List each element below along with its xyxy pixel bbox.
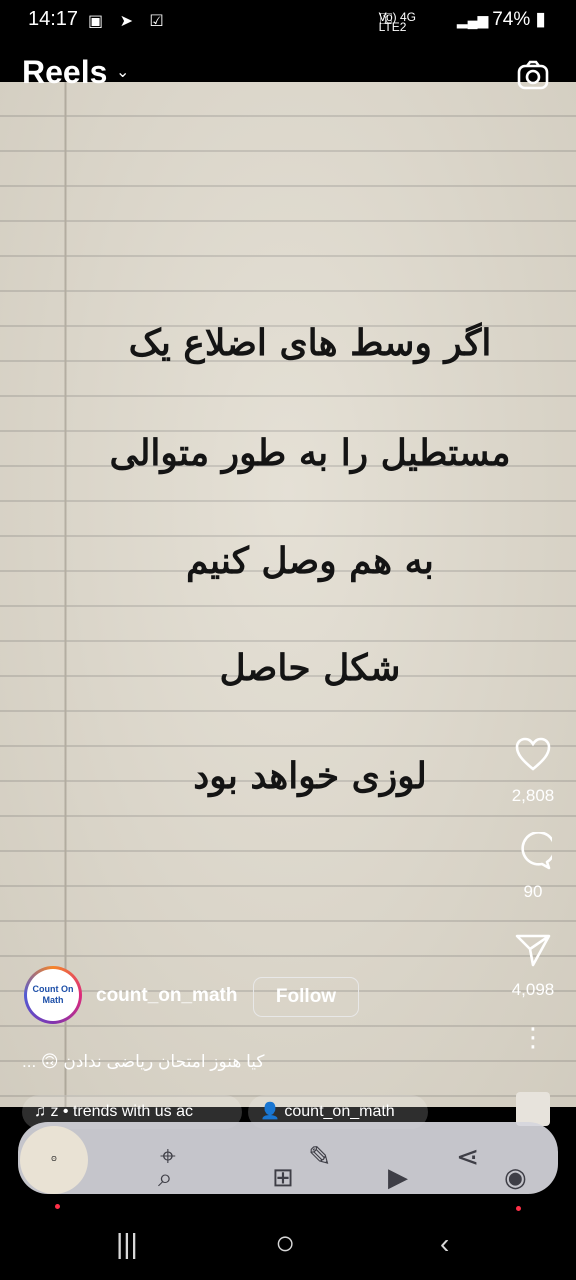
author-username[interactable]: count_on_math xyxy=(96,985,237,1007)
avatar-logo-text: Count On Math xyxy=(27,969,79,1021)
search-icon[interactable]: ⌕ xyxy=(158,1162,173,1194)
signal-icon: ▂▄▆ xyxy=(456,12,493,28)
battery-percent: 74% xyxy=(492,9,531,30)
home-notification-dot xyxy=(55,1204,60,1209)
home-button-icon[interactable]: ○ xyxy=(275,1224,296,1263)
status-bar: 14:17 ▣ ➤ ☑ Vo) 4G LTE2 ⚿ ▂▄▆ 74% ▮ xyxy=(0,0,576,42)
share-count: 4,098 xyxy=(511,980,555,999)
user-icon: 👤 xyxy=(260,1103,285,1120)
reel-video[interactable] xyxy=(0,82,576,1107)
chevron-down-icon[interactable]: ⌄ xyxy=(116,62,129,82)
author-avatar[interactable]: Count On Math xyxy=(24,966,82,1024)
music-note-icon: ♫ xyxy=(34,1103,51,1120)
reels-icon[interactable]: ▶ xyxy=(388,1162,408,1193)
battery-indicator: ▂▄▆ 74% ▮ xyxy=(457,8,546,31)
heart-icon[interactable] xyxy=(514,736,552,772)
poem-line-2: مستطیل را به طور متوالی xyxy=(109,432,511,474)
recent-apps-icon[interactable]: ||| xyxy=(116,1228,138,1260)
send-icon[interactable] xyxy=(514,932,552,968)
profile-icon[interactable]: ◉ xyxy=(504,1162,527,1193)
key-icon: ⚿ xyxy=(379,11,392,28)
follow-button[interactable]: Follow xyxy=(253,977,359,1017)
back-icon[interactable]: ‹ xyxy=(440,1228,449,1260)
status-time: 14:17 xyxy=(28,8,79,30)
audio-thumbnail[interactable] xyxy=(516,1092,550,1126)
profile-notification-dot xyxy=(516,1206,521,1211)
tagged-username: count_on_math xyxy=(284,1103,395,1120)
like-count: 2,808 xyxy=(511,786,555,805)
system-nav-bar: ||| ○ ‹ xyxy=(0,1210,576,1280)
create-icon[interactable]: ⊞ xyxy=(272,1162,294,1193)
notification-icons: ▣ ➤ ☑ xyxy=(88,13,170,30)
poem-line-5: لوزی خواهد بود xyxy=(193,755,427,797)
reel-thumbnail[interactable]: ʘ xyxy=(20,1126,88,1194)
poem-line-3: به هم وصل کنیم xyxy=(186,540,434,582)
floating-toolbar: ʘ ⌖ ✎ ⋖ ⌕ ⊞ ▶ ◉ xyxy=(18,1122,558,1194)
battery-icon: ▮ xyxy=(535,9,546,30)
more-options-icon[interactable]: ⋮ xyxy=(498,1024,568,1050)
share-action[interactable]: 4,098 xyxy=(498,932,568,1000)
reel-caption[interactable]: کیا هنوز امتحان ریاضی ندادن 🙃 ... xyxy=(22,1052,322,1072)
camera-icon[interactable] xyxy=(516,58,550,92)
share-icon[interactable]: ⋖ xyxy=(456,1140,479,1173)
reels-title[interactable]: Reels xyxy=(22,54,107,91)
poem-line-4: شکل حاصل xyxy=(219,647,401,689)
like-action[interactable]: 2,808 xyxy=(498,736,568,806)
comment-icon[interactable] xyxy=(514,832,552,870)
comment-count: 90 xyxy=(523,882,543,901)
edit-icon[interactable]: ✎ xyxy=(308,1140,331,1173)
comment-action[interactable]: 90 xyxy=(498,832,568,902)
poem-line-1: اگر وسط های اضلاع یک xyxy=(128,322,492,364)
audio-track-name: z • trends with us ac xyxy=(50,1103,193,1120)
